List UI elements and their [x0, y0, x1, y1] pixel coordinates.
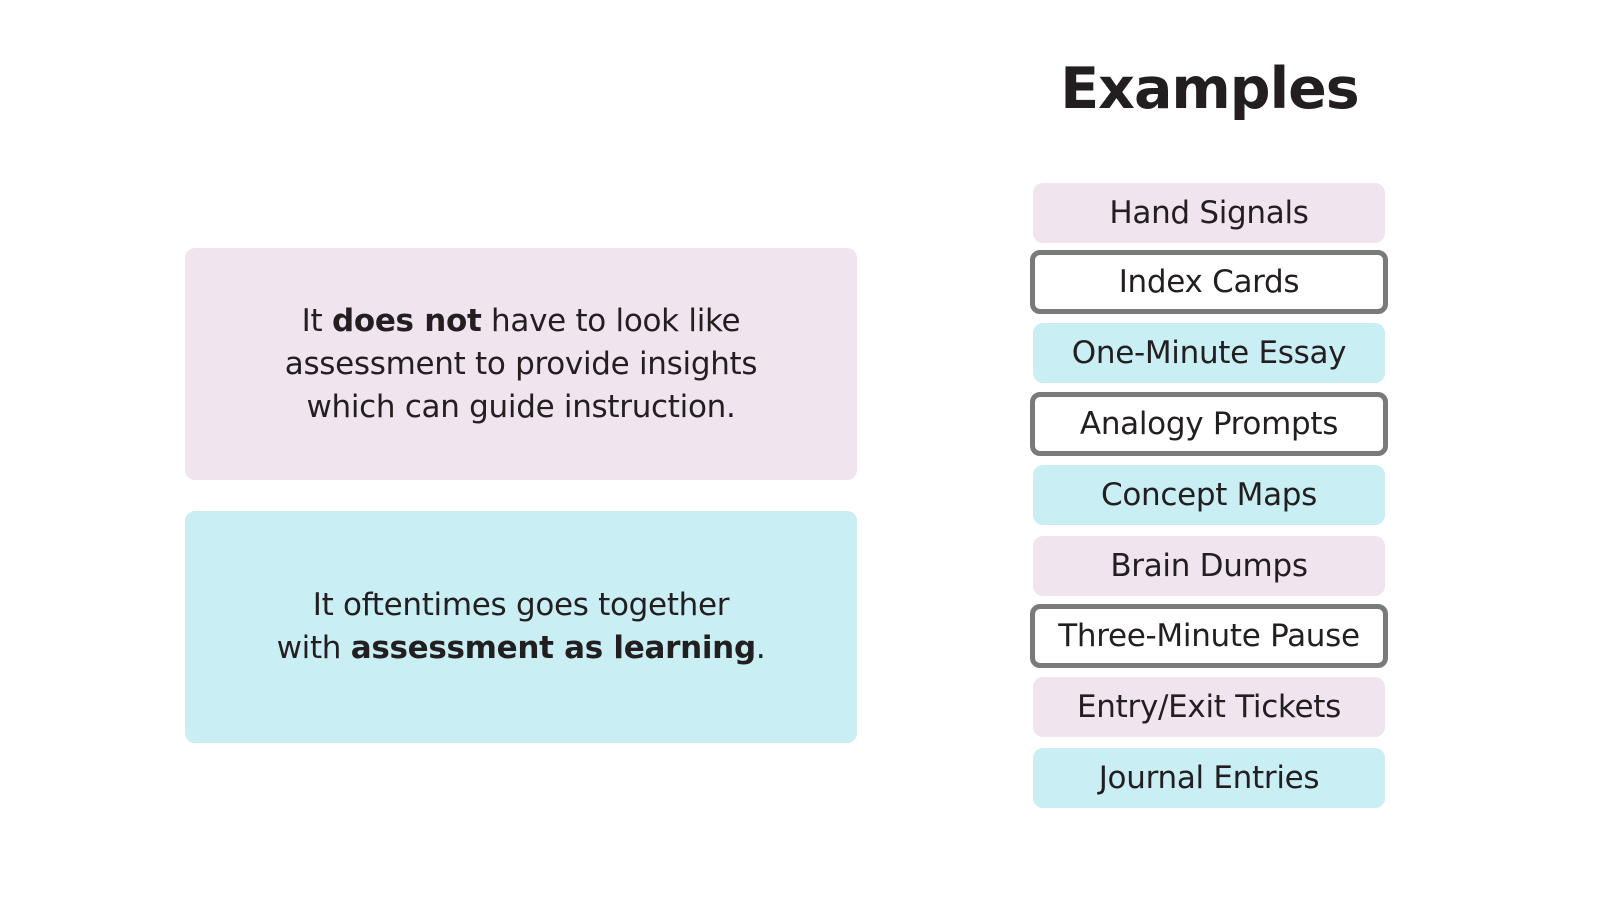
examples-title: Examples	[1060, 56, 1360, 122]
text-line: It oftentimes goes together	[312, 587, 730, 623]
example-item: Three-Minute Pause	[1030, 604, 1388, 668]
text-line: assessment to provide insights	[284, 345, 758, 382]
bold-text: does not	[331, 302, 482, 339]
example-item: Analogy Prompts	[1030, 392, 1388, 456]
example-item: Hand Signals	[1033, 183, 1385, 243]
info-card-assessment-as-learning: It oftentimes goes together with assessm…	[185, 511, 857, 743]
example-item: Entry/Exit Tickets	[1033, 677, 1385, 737]
text-run: have to look like	[481, 302, 741, 339]
text-run: It	[301, 302, 332, 339]
example-item: Journal Entries	[1033, 748, 1385, 808]
info-card-not-assessment: It does not have to look like assessment…	[185, 248, 857, 480]
example-item: Concept Maps	[1033, 465, 1385, 525]
bold-text: assessment as learning	[350, 630, 756, 666]
info-card-text: It oftentimes goes together with assessm…	[277, 584, 766, 670]
example-item: Brain Dumps	[1033, 536, 1385, 596]
text-run: with	[276, 630, 351, 666]
text-line: which can guide instruction.	[306, 388, 736, 425]
example-item: One-Minute Essay	[1033, 323, 1385, 383]
text-run: .	[755, 630, 766, 666]
info-card-text: It does not have to look like assessment…	[285, 300, 758, 429]
example-item: Index Cards	[1030, 250, 1388, 314]
